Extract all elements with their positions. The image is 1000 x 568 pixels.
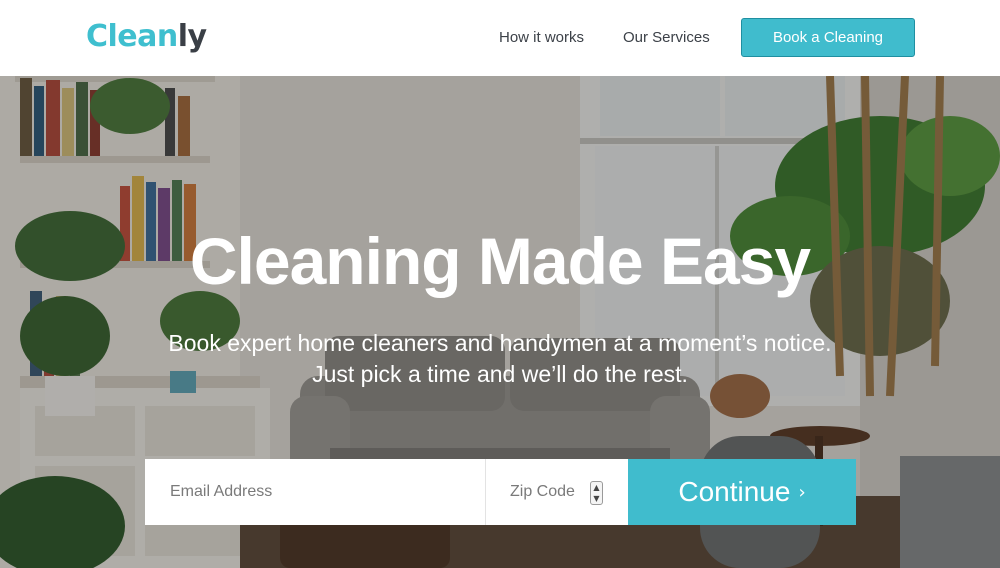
logo-part-clean: Clean bbox=[86, 19, 178, 54]
zip-code-field: ▲ ▼ bbox=[486, 459, 628, 525]
stepper-up-icon[interactable]: ▲ bbox=[591, 482, 602, 493]
book-cleaning-button[interactable]: Book a Cleaning bbox=[741, 18, 915, 57]
continue-button[interactable]: Continue › bbox=[628, 459, 856, 525]
hero-subtitle-line2: Just pick a time and we’ll do the rest. bbox=[312, 361, 688, 387]
continue-label: Continue bbox=[678, 476, 791, 507]
hero-subtitle-line1: Book expert home cleaners and handymen a… bbox=[168, 330, 832, 356]
hero-section: Cleaning Made Easy Book expert home clea… bbox=[0, 76, 1000, 568]
signup-form: ▲ ▼ Continue › bbox=[145, 459, 856, 525]
zip-code-input[interactable] bbox=[486, 459, 596, 525]
stepper-down-icon[interactable]: ▼ bbox=[591, 493, 602, 504]
nav-how-it-works[interactable]: How it works bbox=[499, 29, 584, 46]
logo[interactable]: Cleanly bbox=[86, 19, 207, 54]
hero-title: Cleaning Made Easy bbox=[189, 224, 811, 298]
site-header: Cleanly How it works Our Services Book a… bbox=[0, 0, 1000, 76]
chevron-right-icon: › bbox=[798, 482, 806, 503]
email-input[interactable] bbox=[145, 459, 486, 525]
nav-our-services[interactable]: Our Services bbox=[623, 29, 710, 46]
zip-code-stepper[interactable]: ▲ ▼ bbox=[590, 481, 603, 505]
logo-part-ly: ly bbox=[177, 19, 207, 54]
